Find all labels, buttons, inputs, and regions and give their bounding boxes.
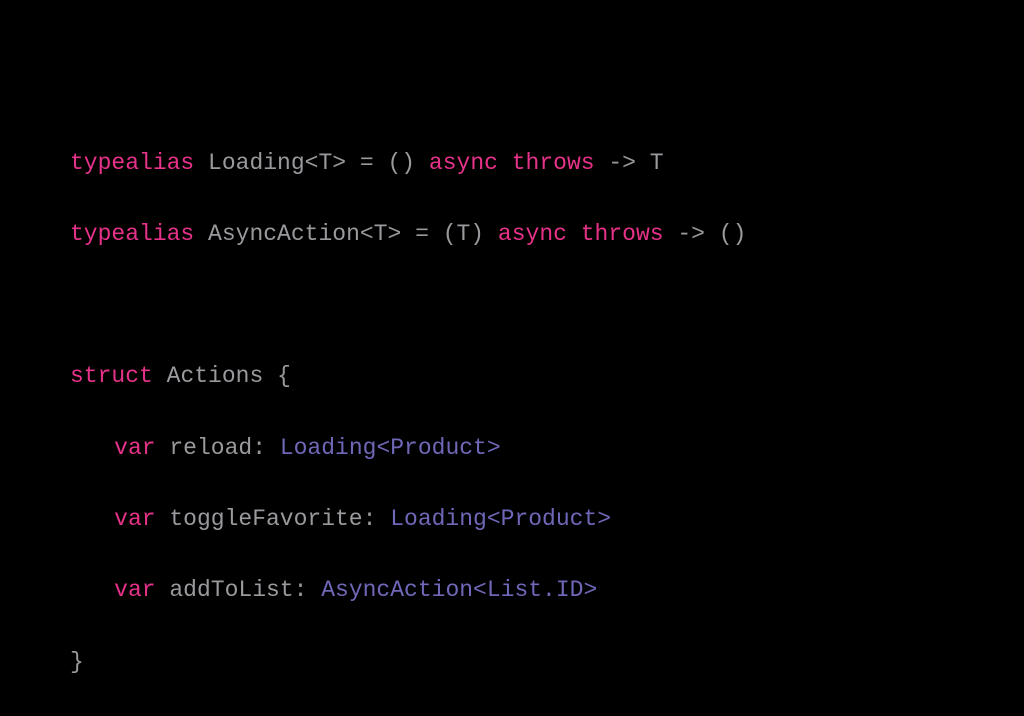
line-struct-close: }: [70, 645, 954, 681]
keyword-var: var: [114, 577, 155, 603]
keyword-async: async: [429, 150, 498, 176]
keyword-async: async: [498, 221, 567, 247]
keyword-var: var: [114, 435, 155, 461]
keyword-throws: throws: [512, 150, 595, 176]
type-ref-asyncaction: AsyncAction: [321, 577, 473, 603]
keyword-struct: struct: [70, 363, 153, 389]
line-var-reload: var reload: Loading<Product>: [70, 431, 954, 467]
code-snippet: typealias Loading<T> = () async throws -…: [70, 110, 954, 716]
blank-line: [70, 288, 954, 324]
type-ref-loading: Loading: [390, 506, 487, 532]
keyword-var: var: [114, 506, 155, 532]
line-struct-open: struct Actions {: [70, 359, 954, 395]
generic-t: <T>: [305, 150, 346, 176]
line-var-addtolist: var addToList: AsyncAction<List.ID>: [70, 573, 954, 609]
generic-listid: <List.ID>: [473, 577, 597, 603]
type-ref-loading: Loading: [280, 435, 377, 461]
line-var-togglefavorite: var toggleFavorite: Loading<Product>: [70, 502, 954, 538]
member-addtolist: addToList:: [156, 577, 322, 603]
line-typealias-asyncaction: typealias AsyncAction<T> = (T) async thr…: [70, 217, 954, 253]
keyword-throws: throws: [581, 221, 664, 247]
type-loading: Loading: [208, 150, 305, 176]
generic-product: <Product>: [376, 435, 500, 461]
member-reload: reload:: [156, 435, 280, 461]
generic-t: <T>: [360, 221, 401, 247]
keyword-typealias: typealias: [70, 150, 194, 176]
generic-product: <Product>: [487, 506, 611, 532]
keyword-typealias: typealias: [70, 221, 194, 247]
struct-actions: Actions: [167, 363, 264, 389]
member-togglefavorite: toggleFavorite:: [156, 506, 391, 532]
type-asyncaction: AsyncAction: [208, 221, 360, 247]
line-typealias-loading: typealias Loading<T> = () async throws -…: [70, 146, 954, 182]
